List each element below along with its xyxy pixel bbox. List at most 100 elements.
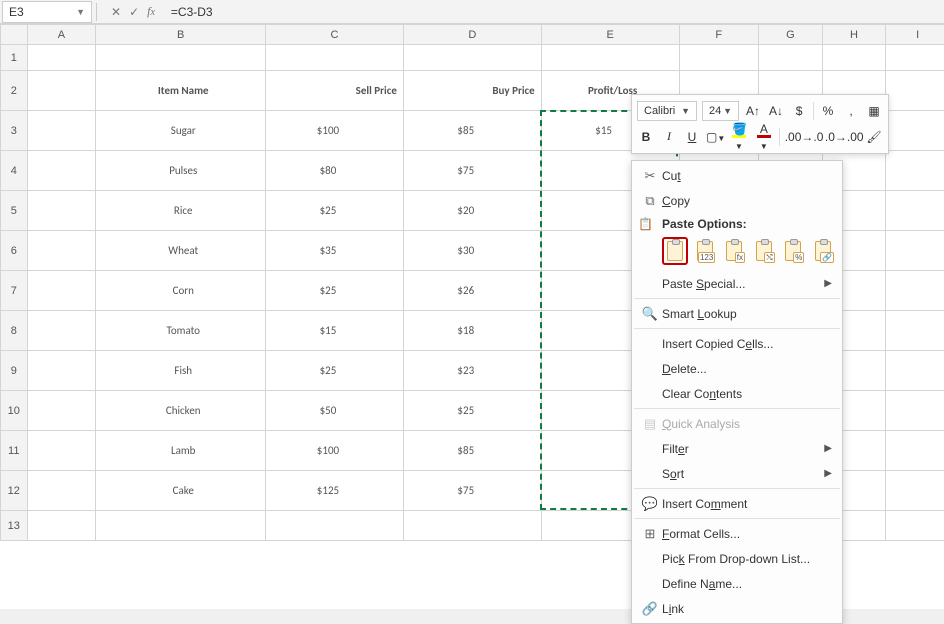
cell[interactable] [27,431,96,471]
ctx-sort[interactable]: Sort ▶ [632,461,842,486]
cell[interactable]: $23 [403,351,541,391]
row-header[interactable]: 13 [1,511,28,541]
ctx-define-name[interactable]: Define Name... [632,571,842,596]
cell[interactable]: $15 [266,311,404,351]
col-header[interactable]: D [403,25,541,45]
cell[interactable] [541,45,679,71]
cell[interactable]: $35 [266,231,404,271]
cell[interactable] [886,271,944,311]
cell[interactable] [27,111,96,151]
cell[interactable] [27,311,96,351]
cell[interactable] [27,71,96,111]
cell[interactable] [96,45,266,71]
decrease-decimal-icon[interactable]: .00→.0 [785,130,820,144]
paste-option-transpose[interactable]: ⤭ [751,237,777,265]
cell[interactable] [403,511,541,541]
ctx-insert-copied[interactable]: Insert Copied Cells... [632,331,842,356]
ctx-delete[interactable]: Delete... [632,356,842,381]
cell[interactable] [886,311,944,351]
paste-option-formatting[interactable]: % [781,237,807,265]
col-header[interactable]: H [822,25,886,45]
col-header[interactable]: I [886,25,944,45]
cell[interactable] [886,511,944,541]
font-color-button[interactable]: A▼ [754,122,774,152]
header-cell[interactable]: Sell Price [266,71,404,111]
row-header[interactable]: 1 [1,45,28,71]
cell[interactable]: Chicken [96,391,266,431]
fill-color-button[interactable]: 🪣▼ [729,122,749,152]
cell[interactable]: Sugar [96,111,266,151]
col-header[interactable]: A [27,25,96,45]
cell[interactable] [886,151,944,191]
cell[interactable]: $80 [266,151,404,191]
cell[interactable]: $25 [266,351,404,391]
cell[interactable]: Fish [96,351,266,391]
cell[interactable] [759,45,823,71]
cell[interactable]: $85 [403,111,541,151]
name-box-dropdown-icon[interactable]: ▼ [76,7,85,17]
italic-button[interactable]: I [660,129,678,144]
cancel-icon[interactable]: ✕ [111,5,121,19]
cell[interactable] [27,45,96,71]
cell[interactable] [886,471,944,511]
ctx-smart-lookup[interactable]: 🔍 Smart Lookup [632,301,842,326]
cell[interactable]: $25 [266,191,404,231]
cell[interactable] [96,511,266,541]
cell[interactable]: Lamb [96,431,266,471]
row-header[interactable]: 12 [1,471,28,511]
cell[interactable] [886,431,944,471]
cell[interactable]: Wheat [96,231,266,271]
cell[interactable] [822,45,886,71]
header-cell[interactable]: Buy Price [403,71,541,111]
cell[interactable] [27,271,96,311]
underline-button[interactable]: U [683,130,701,144]
font-size-input[interactable]: 24▼ [702,101,739,121]
select-all-corner[interactable] [1,25,28,45]
increase-font-icon[interactable]: A↑ [744,104,762,118]
col-header[interactable]: C [266,25,404,45]
cell[interactable]: $75 [403,151,541,191]
ctx-cut[interactable]: ✂ Cut [632,163,842,188]
cell[interactable]: $25 [266,271,404,311]
col-header-selected[interactable]: E [541,25,679,45]
cell[interactable]: Corn [96,271,266,311]
ctx-copy[interactable]: ⧉ Copy [632,188,842,213]
row-header[interactable]: 9 [1,351,28,391]
cell[interactable]: $85 [403,431,541,471]
ctx-pick-dropdown[interactable]: Pick From Drop-down List... [632,546,842,571]
percent-format-icon[interactable]: % [819,104,837,118]
cell[interactable]: $20 [403,191,541,231]
row-header[interactable]: 2 [1,71,28,111]
cell[interactable] [886,351,944,391]
cell[interactable] [266,45,404,71]
name-box[interactable]: E3 ▼ [2,1,92,23]
col-header[interactable]: B [96,25,266,45]
col-header[interactable]: F [679,25,759,45]
decrease-font-icon[interactable]: A↓ [767,104,785,118]
cell[interactable] [886,391,944,431]
accounting-format-icon[interactable]: $ [790,104,808,118]
cell[interactable] [27,511,96,541]
paste-option-values[interactable]: 123 [692,237,718,265]
merge-cells-icon[interactable]: ▦ [865,104,883,118]
cell[interactable] [886,111,944,151]
font-name-input[interactable]: Calibri▼ [637,101,697,121]
cell[interactable]: $100 [266,111,404,151]
ctx-format-cells[interactable]: ⊞ Format Cells... [632,521,842,546]
fx-icon[interactable]: fx [147,4,155,19]
borders-button[interactable]: ▢▼ [706,130,724,144]
row-header[interactable]: 4 [1,151,28,191]
paste-option-link[interactable]: 🔗 [810,237,836,265]
cell[interactable] [403,45,541,71]
paste-option-formulas[interactable]: fx [721,237,747,265]
cell[interactable]: $100 [266,431,404,471]
comma-format-icon[interactable]: , [842,104,860,118]
cell[interactable]: Tomato [96,311,266,351]
enter-icon[interactable]: ✓ [129,5,139,19]
cell[interactable]: $50 [266,391,404,431]
cell[interactable] [27,351,96,391]
cell[interactable]: $26 [403,271,541,311]
cell[interactable] [886,71,944,111]
row-header[interactable]: 10 [1,391,28,431]
cell[interactable] [679,45,759,71]
